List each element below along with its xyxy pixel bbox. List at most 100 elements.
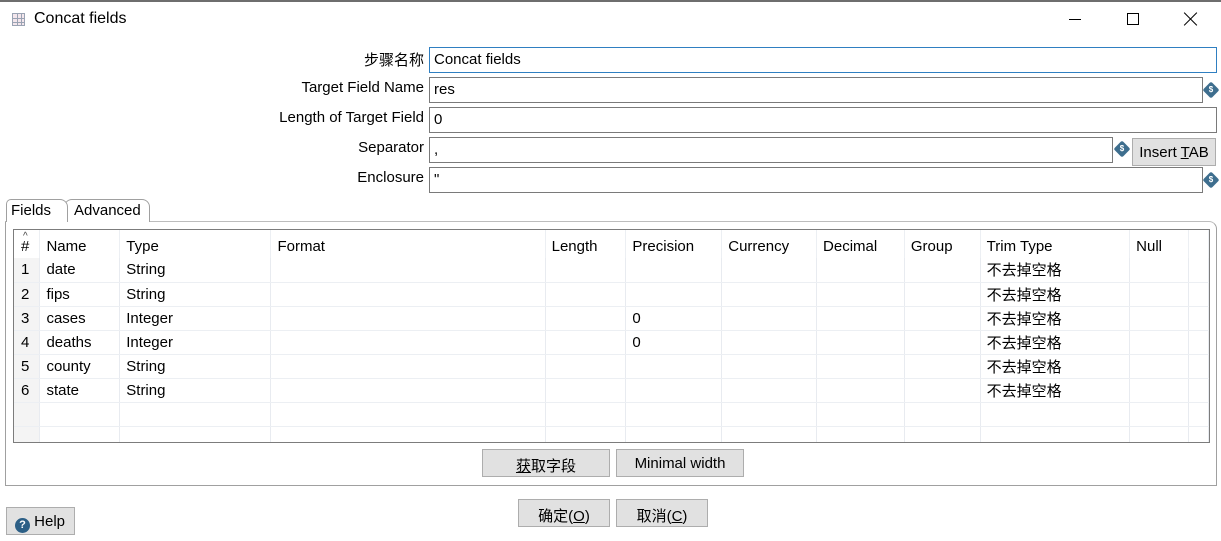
cell-format[interactable] (270, 402, 546, 427)
cell-decimal[interactable] (816, 426, 905, 442)
cell-format[interactable] (270, 426, 546, 442)
cell-null[interactable] (1129, 258, 1189, 283)
cell-precision[interactable]: 0 (625, 306, 723, 331)
cell-name[interactable]: county (39, 354, 121, 379)
cell-currency[interactable] (721, 354, 818, 379)
cell-length[interactable] (545, 426, 627, 442)
table-row[interactable]: 6 state String 不去掉空格 (14, 378, 1209, 403)
column-header-precision[interactable]: Precision (625, 230, 723, 258)
cell-length[interactable] (545, 282, 627, 307)
cell-precision[interactable] (625, 258, 723, 283)
cell-name[interactable]: deaths (39, 330, 121, 355)
cell-type[interactable] (119, 402, 272, 427)
cell-type[interactable] (119, 426, 272, 442)
cell-format[interactable] (270, 354, 546, 379)
maximize-button[interactable] (1110, 2, 1156, 36)
cell-group[interactable] (904, 378, 981, 403)
minimal-width-button[interactable]: Minimal width (616, 449, 744, 477)
row-number-cell[interactable]: 3 (14, 306, 41, 331)
length-of-target-field-input[interactable]: 0 (429, 107, 1217, 133)
cell-length[interactable] (545, 330, 627, 355)
cell-group[interactable] (904, 330, 981, 355)
table-row[interactable]: 1 date String 不去掉空格 (14, 258, 1209, 283)
cell-group[interactable] (904, 354, 981, 379)
cell-length[interactable] (545, 306, 627, 331)
ok-button[interactable]: 确定(O) (518, 499, 610, 527)
cell-group[interactable] (904, 306, 981, 331)
column-header-name[interactable]: Name (39, 230, 121, 258)
cell-currency[interactable] (721, 402, 818, 427)
cell-length[interactable] (545, 354, 627, 379)
cell-null[interactable] (1129, 402, 1189, 427)
row-number-cell[interactable] (14, 402, 41, 427)
table-row[interactable] (14, 402, 1209, 427)
cell-group[interactable] (904, 258, 981, 283)
title-bar[interactable]: Concat fields (0, 2, 1221, 38)
table-row[interactable]: 3 cases Integer 0 不去掉空格 (14, 306, 1209, 331)
enclosure-input[interactable]: " (429, 167, 1203, 193)
separator-input[interactable]: , (429, 137, 1113, 163)
column-header-decimal[interactable]: Decimal (816, 230, 905, 258)
cell-type[interactable]: Integer (119, 306, 272, 331)
table-row[interactable]: 2 fips String 不去掉空格 (14, 282, 1209, 307)
cell-name[interactable] (39, 402, 121, 427)
cell-type[interactable]: String (119, 354, 272, 379)
cell-format[interactable] (270, 282, 546, 307)
cell-trim-type[interactable]: 不去掉空格 (980, 330, 1131, 355)
column-header-length[interactable]: Length (545, 230, 627, 258)
cell-type[interactable]: String (119, 282, 272, 307)
cell-trim-type[interactable]: 不去掉空格 (980, 354, 1131, 379)
cell-type[interactable]: String (119, 378, 272, 403)
cell-null[interactable] (1129, 354, 1189, 379)
cell-format[interactable] (270, 378, 546, 403)
cell-format[interactable] (270, 330, 546, 355)
cell-precision[interactable] (625, 378, 723, 403)
cell-decimal[interactable] (816, 282, 905, 307)
cell-precision[interactable]: 0 (625, 330, 723, 355)
minimize-button[interactable] (1052, 2, 1098, 36)
row-number-cell[interactable]: 2 (14, 282, 41, 307)
cell-format[interactable] (270, 306, 546, 331)
cell-precision[interactable] (625, 426, 723, 442)
cell-decimal[interactable] (816, 330, 905, 355)
fields-table[interactable]: # ^ Name Type Format Length Precision Currency D… (13, 229, 1210, 443)
cell-length[interactable] (545, 378, 627, 403)
cell-decimal[interactable] (816, 354, 905, 379)
column-header-trim-type[interactable]: Trim Type (980, 230, 1131, 258)
help-button[interactable]: ? Help (6, 507, 75, 535)
cell-precision[interactable] (625, 354, 723, 379)
cell-null[interactable] (1129, 330, 1189, 355)
cell-currency[interactable] (721, 306, 818, 331)
cancel-button[interactable]: 取消(C) (616, 499, 708, 527)
cell-trim-type[interactable] (980, 402, 1131, 427)
table-row[interactable]: 4 deaths Integer 0 不去掉空格 (14, 330, 1209, 355)
column-header-group[interactable]: Group (904, 230, 981, 258)
step-name-input[interactable]: Concat fields (429, 47, 1217, 73)
cell-name[interactable]: state (39, 378, 121, 403)
cell-group[interactable] (904, 282, 981, 307)
tab-advanced[interactable]: Advanced (64, 199, 150, 222)
cell-name[interactable]: date (39, 258, 121, 283)
cell-group[interactable] (904, 426, 981, 442)
row-number-cell[interactable]: 1 (14, 258, 41, 283)
cell-type[interactable]: Integer (119, 330, 272, 355)
cell-null[interactable] (1129, 282, 1189, 307)
get-fields-button[interactable]: 获取字段 (482, 449, 610, 477)
table-row[interactable]: 5 county String 不去掉空格 (14, 354, 1209, 379)
row-number-cell[interactable] (14, 426, 41, 442)
cell-precision[interactable] (625, 402, 723, 427)
insert-tab-button[interactable]: Insert TAB (1132, 138, 1216, 166)
cell-length[interactable] (545, 402, 627, 427)
column-header-row-number[interactable]: # ^ (14, 230, 41, 258)
cell-precision[interactable] (625, 282, 723, 307)
cell-name[interactable]: cases (39, 306, 121, 331)
cell-name[interactable] (39, 426, 121, 442)
cell-trim-type[interactable]: 不去掉空格 (980, 306, 1131, 331)
tab-fields[interactable]: Fields (6, 199, 68, 222)
cell-decimal[interactable] (816, 378, 905, 403)
cell-currency[interactable] (721, 330, 818, 355)
cell-decimal[interactable] (816, 402, 905, 427)
cell-null[interactable] (1129, 378, 1189, 403)
cell-decimal[interactable] (816, 258, 905, 283)
cell-currency[interactable] (721, 426, 818, 442)
